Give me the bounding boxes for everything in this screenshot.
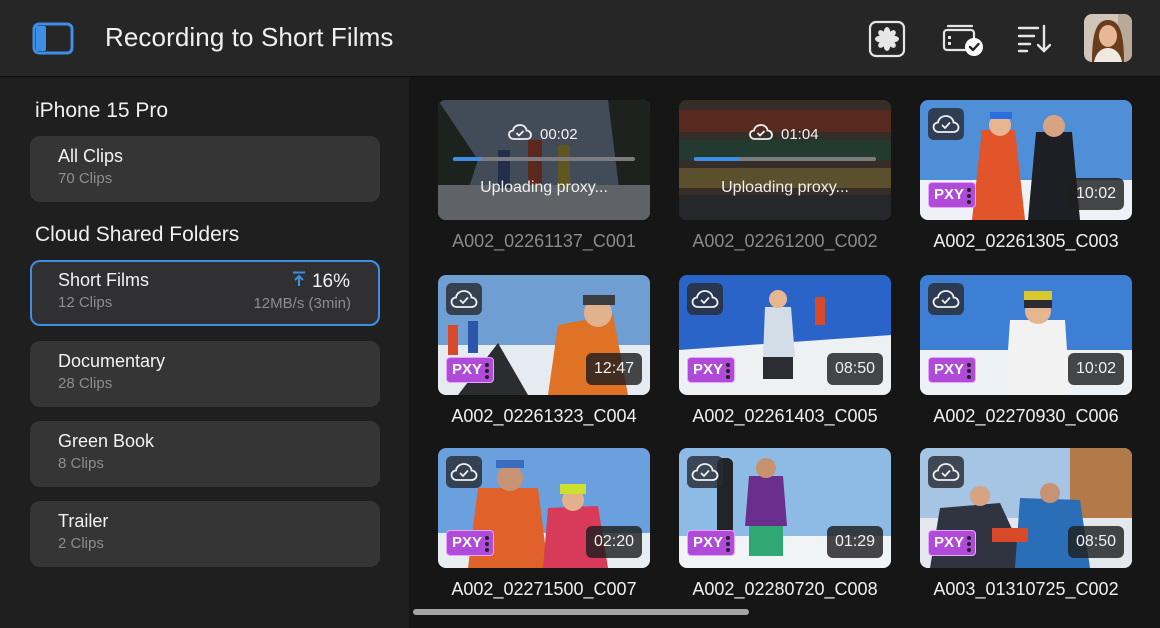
shared-folders-heading: Cloud Shared Folders <box>35 223 240 246</box>
duration-badge: 10:02 <box>1067 353 1124 385</box>
folder-name: Trailer <box>58 511 109 531</box>
folder-name: Green Book <box>58 431 155 451</box>
duration-badge: 10:02 <box>1067 178 1124 210</box>
upload-progress-fill <box>694 157 740 161</box>
upload-status: 00:02 <box>508 124 578 145</box>
device-heading: iPhone 15 Pro <box>35 99 169 122</box>
proxy-badge: PXY <box>928 182 976 208</box>
folder-count: 8 Clips <box>58 455 104 472</box>
clip-thumbnail[interactable]: 00:02 Uploading proxy... <box>438 100 650 220</box>
clip-thumbnail[interactable]: PXY 12:47 <box>438 275 650 395</box>
cloud-synced-icon <box>446 283 482 315</box>
clip-card[interactable]: PXY 08:50 A002_02261403_C005 <box>679 275 891 426</box>
upload-percent: 16% <box>311 271 350 292</box>
clip-card[interactable]: PXY 02:20 A002_02271500_C007 <box>438 448 650 599</box>
clip-name: A002_02271500_C007 <box>451 579 637 599</box>
clip-name: A002_02261200_C002 <box>692 231 878 251</box>
clip-card[interactable]: PXY 12:47 A002_02261323_C004 <box>438 275 650 426</box>
clip-thumbnail[interactable]: PXY 10:02 <box>920 275 1132 395</box>
clip-card[interactable]: PXY 10:02 A002_02270930_C006 <box>920 275 1132 426</box>
cloud-synced-icon <box>928 283 964 315</box>
upload-label: Uploading proxy... <box>721 179 849 196</box>
clip-card[interactable]: 00:02 Uploading proxy... A002_02261137_C… <box>438 100 650 251</box>
clip-thumbnail[interactable]: 01:04 Uploading proxy... <box>679 100 891 220</box>
clip-name: A002_02261323_C004 <box>451 406 637 426</box>
cloud-synced-icon <box>928 108 964 140</box>
cloud-synced-icon <box>446 456 482 488</box>
clip-card[interactable]: PXY 01:29 A002_02280720_C008 <box>679 448 891 599</box>
sidebar: iPhone 15 Pro All Clips 70 Clips Cloud S… <box>0 78 409 628</box>
folder-name: All Clips <box>58 146 124 166</box>
clip-grid: 00:02 Uploading proxy... A002_02261137_C… <box>409 78 1160 628</box>
horizontal-scrollbar[interactable] <box>413 609 749 615</box>
upload-progress-bar <box>453 157 635 161</box>
proxy-badge: PXY <box>687 530 735 556</box>
upload-time: 01:04 <box>781 126 819 143</box>
cloud-upload-icon <box>749 124 773 145</box>
folder-name: Short Films <box>58 270 150 290</box>
clip-card[interactable]: PXY 10:02 A002_02261305_C003 <box>920 100 1132 251</box>
cloud-synced-icon <box>687 283 723 315</box>
clip-thumbnail[interactable]: PXY 01:29 <box>679 448 891 568</box>
proxy-badge: PXY <box>687 357 735 383</box>
duration-badge: 08:50 <box>826 353 883 385</box>
proxy-badge: PXY <box>446 357 494 383</box>
sidebar-item-green-book[interactable]: Green Book 8 Clips <box>30 421 380 487</box>
page-title: Recording to Short Films <box>105 22 394 52</box>
clip-name: A002_02261137_C001 <box>452 231 636 251</box>
clip-name: A003_01310725_C002 <box>933 579 1119 599</box>
cloud-synced-icon <box>928 456 964 488</box>
cloud-synced-icon <box>687 456 723 488</box>
sidebar-item-documentary[interactable]: Documentary 28 Clips <box>30 341 380 407</box>
upload-status: 01:04 <box>749 124 819 145</box>
folder-count: 28 Clips <box>58 375 113 392</box>
sidebar-item-short-films[interactable]: Short Films 12 Clips 16% 12MB/s (3min) <box>30 260 380 326</box>
duration-badge: 08:50 <box>1067 526 1124 558</box>
sidebar-item-all-clips[interactable]: All Clips 70 Clips <box>30 136 380 202</box>
proxy-badge: PXY <box>928 530 976 556</box>
user-avatar[interactable] <box>1084 14 1132 62</box>
duration-badge: 12:47 <box>585 353 642 385</box>
folder-name: Documentary <box>58 351 166 371</box>
duration-badge: 01:29 <box>826 526 883 558</box>
upload-speed: 12MB/s (3min) <box>253 295 351 312</box>
duration-badge: 02:20 <box>585 526 642 558</box>
clips-checked-icon[interactable] <box>942 20 986 58</box>
proxy-badge: PXY <box>928 357 976 383</box>
upload-progress: 16% <box>292 271 350 293</box>
aperture-icon[interactable] <box>868 20 908 58</box>
upload-overlay: 01:04 Uploading proxy... <box>679 100 891 220</box>
upload-progress-fill <box>453 157 483 161</box>
cloud-upload-icon <box>508 124 532 145</box>
upload-arrow-icon <box>292 271 306 293</box>
sort-icon[interactable] <box>1016 20 1056 58</box>
clip-thumbnail[interactable]: PXY 08:50 <box>679 275 891 395</box>
folder-count: 2 Clips <box>58 535 104 552</box>
clip-card[interactable]: 01:04 Uploading proxy... A002_02261200_C… <box>679 100 891 251</box>
sidebar-toggle-icon[interactable] <box>32 22 74 55</box>
clip-thumbnail[interactable]: PXY 08:50 <box>920 448 1132 568</box>
folder-count: 12 Clips <box>58 294 113 311</box>
upload-overlay: 00:02 Uploading proxy... <box>438 100 650 220</box>
clip-name: A002_02280720_C008 <box>692 579 878 599</box>
folder-count: 70 Clips <box>58 170 113 187</box>
clip-name: A002_02270930_C006 <box>933 406 1119 426</box>
upload-label: Uploading proxy... <box>480 179 608 196</box>
upload-time: 00:02 <box>540 126 578 143</box>
clip-name: A002_02261305_C003 <box>933 231 1119 251</box>
clip-card[interactable]: PXY 08:50 A003_01310725_C002 <box>920 448 1132 599</box>
proxy-badge: PXY <box>446 530 494 556</box>
upload-progress-bar <box>694 157 876 161</box>
sidebar-item-trailer[interactable]: Trailer 2 Clips <box>30 501 380 567</box>
clip-thumbnail[interactable]: PXY 10:02 <box>920 100 1132 220</box>
top-bar: Recording to Short Films <box>0 0 1160 77</box>
clip-thumbnail[interactable]: PXY 02:20 <box>438 448 650 568</box>
clip-name: A002_02261403_C005 <box>692 406 878 426</box>
